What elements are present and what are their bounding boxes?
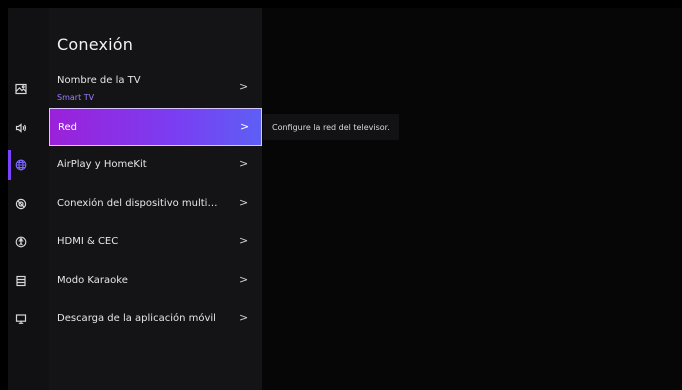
menu-item-network[interactable]: Red > bbox=[49, 108, 262, 146]
menu-item-label: AirPlay y HomeKit bbox=[57, 159, 147, 170]
menu-item-label: Modo Karaoke bbox=[57, 275, 128, 286]
system-icon[interactable] bbox=[0, 266, 41, 296]
menu-item-tv-name[interactable]: Nombre de la TV Smart TV > bbox=[49, 69, 262, 107]
menu-item-mobile-app[interactable]: Descarga de la aplicación móvil > bbox=[49, 300, 262, 338]
menu-item-label: Conexión del dispositivo multi… bbox=[57, 198, 218, 209]
menu-item-label: HDMI & CEC bbox=[57, 236, 119, 247]
chevron-right-icon: > bbox=[239, 234, 249, 247]
chevron-right-icon: > bbox=[240, 120, 250, 133]
chevron-right-icon: > bbox=[239, 196, 249, 209]
menu-item-airplay-homekit[interactable]: AirPlay y HomeKit > bbox=[49, 146, 262, 184]
chevron-right-icon: > bbox=[239, 273, 249, 286]
chevron-right-icon: > bbox=[239, 311, 249, 324]
menu-item-karaoke[interactable]: Modo Karaoke > bbox=[49, 262, 262, 300]
help-tooltip: Configure la red del televisor. bbox=[263, 114, 399, 140]
chevron-right-icon: > bbox=[239, 80, 249, 93]
menu-item-label: Red bbox=[58, 122, 77, 133]
privacy-icon[interactable] bbox=[0, 189, 41, 219]
menu-item-label: Descarga de la aplicación móvil bbox=[57, 313, 216, 324]
page-title: Conexión bbox=[57, 35, 134, 54]
chevron-right-icon: > bbox=[239, 157, 249, 170]
sound-icon[interactable] bbox=[0, 113, 41, 143]
network-globe-icon[interactable] bbox=[0, 150, 41, 180]
support-icon[interactable] bbox=[0, 304, 41, 334]
menu-item-label: Nombre de la TV bbox=[57, 75, 141, 86]
menu-item-hdmi-cec[interactable]: HDMI & CEC > bbox=[49, 223, 262, 261]
picture-icon[interactable] bbox=[0, 74, 41, 104]
menu-item-multi-device[interactable]: Conexión del dispositivo multi… > bbox=[49, 185, 262, 223]
accessibility-icon[interactable] bbox=[0, 227, 41, 257]
menu-item-sublabel: Smart TV bbox=[57, 93, 95, 102]
